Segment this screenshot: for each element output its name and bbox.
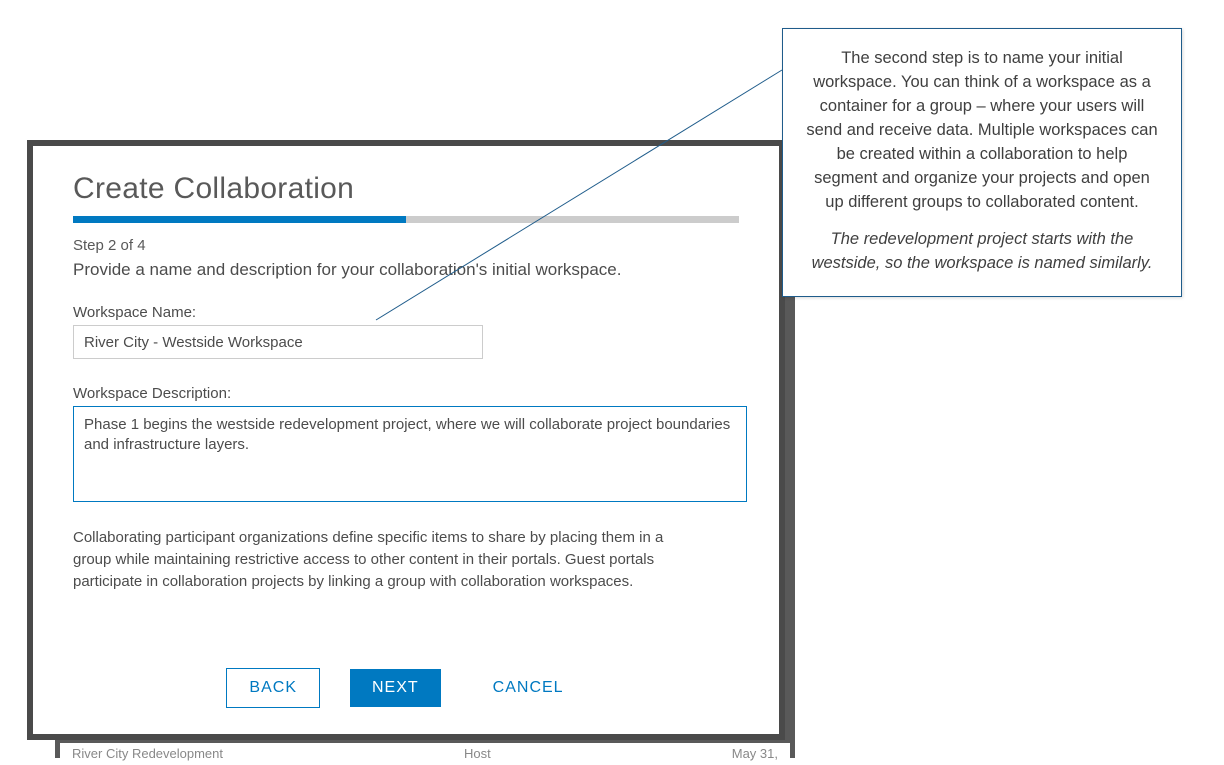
background-table-row: River City Redevelopment Host May 31, [60, 743, 790, 763]
bg-row-role: Host [464, 746, 491, 761]
callout-paragraph-1: The second step is to name your initial … [805, 47, 1159, 214]
dialog-title: Create Collaboration [73, 172, 739, 206]
workspace-description-label: Workspace Description: [73, 385, 739, 402]
step-indicator: Step 2 of 4 [73, 237, 739, 254]
back-button[interactable]: BACK [226, 668, 320, 708]
bg-row-date: May 31, [732, 746, 778, 761]
cancel-button[interactable]: CANCEL [471, 669, 586, 707]
callout-paragraph-2: The redevelopment project starts with th… [805, 228, 1159, 276]
step-instruction: Provide a name and description for your … [73, 260, 739, 280]
wizard-progress-bar [73, 216, 739, 223]
workspace-description-textarea[interactable] [73, 406, 747, 502]
bg-row-name: River City Redevelopment [72, 746, 223, 761]
wizard-progress-fill [73, 216, 406, 223]
dialog-frame: Create Collaboration Step 2 of 4 Provide… [27, 140, 785, 740]
workspace-name-input[interactable] [73, 325, 483, 359]
annotation-callout: The second step is to name your initial … [782, 28, 1182, 297]
workspace-help-text: Collaborating participant organizations … [73, 527, 673, 592]
workspace-name-label: Workspace Name: [73, 304, 739, 321]
wizard-button-row: BACK NEXT CANCEL [33, 668, 779, 708]
next-button[interactable]: NEXT [350, 669, 441, 707]
create-collaboration-dialog: Create Collaboration Step 2 of 4 Provide… [33, 146, 779, 734]
